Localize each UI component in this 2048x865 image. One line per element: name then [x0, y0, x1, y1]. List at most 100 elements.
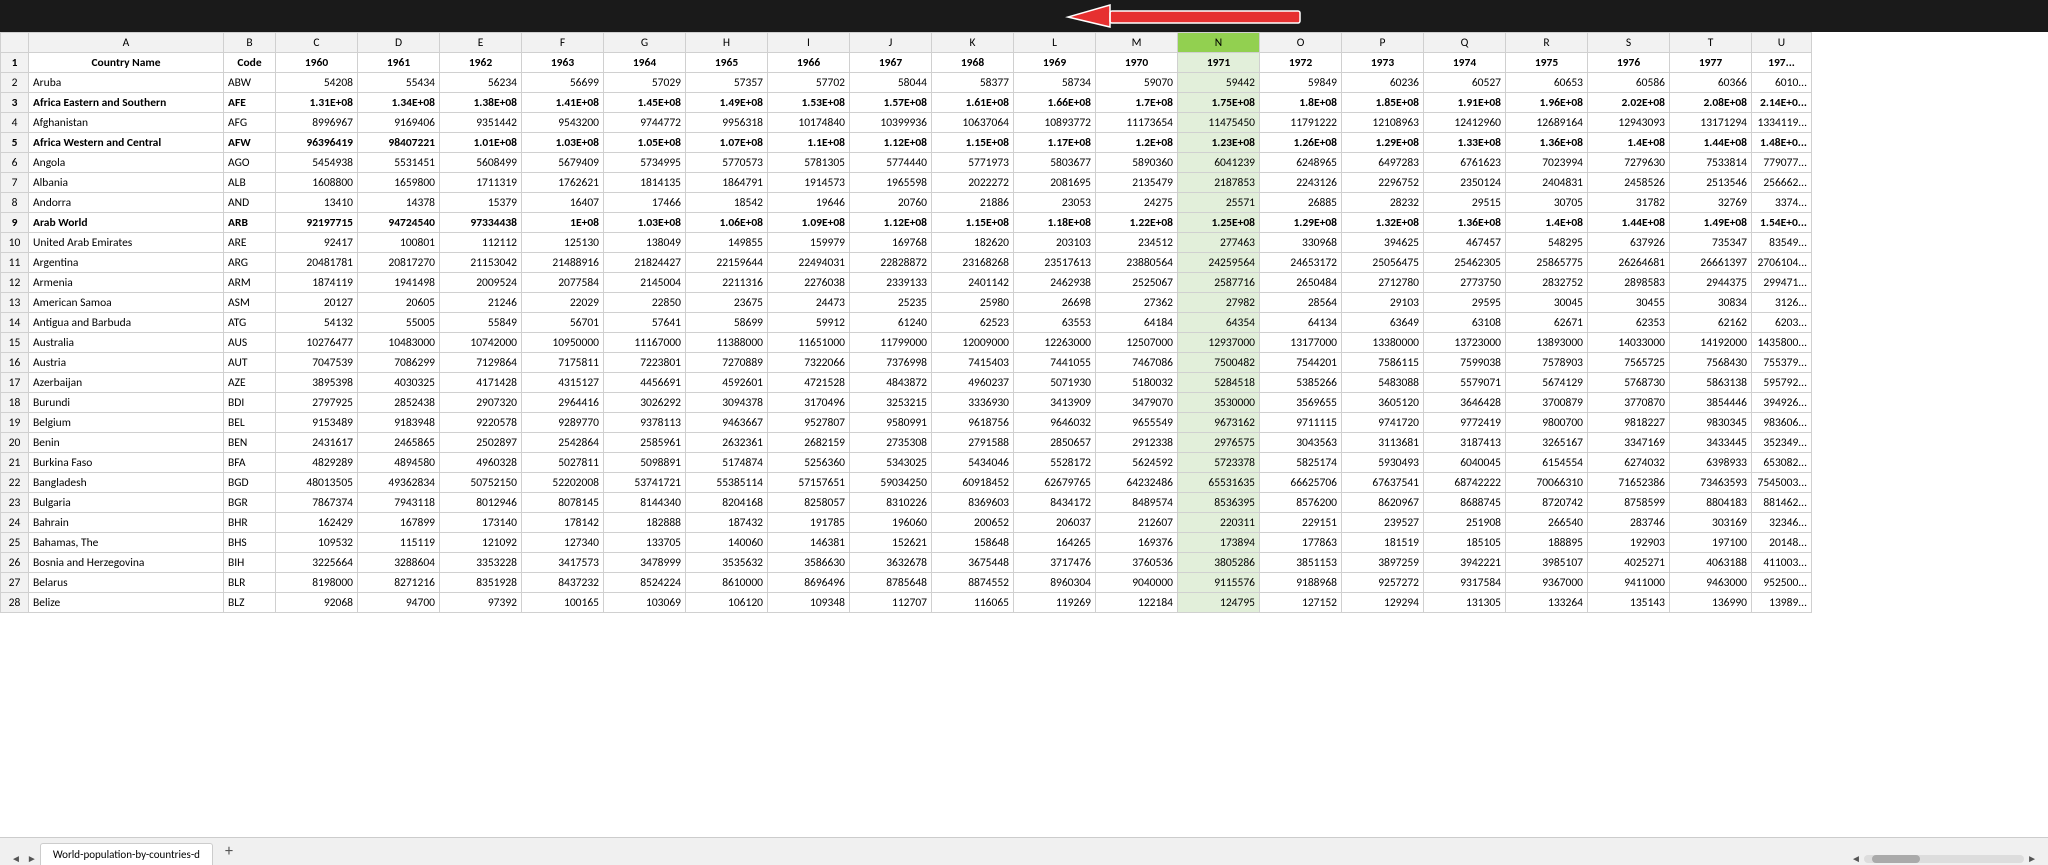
- cell[interactable]: ARM: [224, 273, 276, 293]
- cell[interactable]: AUS: [224, 333, 276, 353]
- cell[interactable]: 5434046: [932, 453, 1014, 473]
- cell[interactable]: 2650484: [1260, 273, 1342, 293]
- cell[interactable]: 3770870: [1588, 393, 1670, 413]
- cell[interactable]: 3985107: [1506, 553, 1588, 573]
- cell[interactable]: 12937000: [1178, 333, 1260, 353]
- col-header-a[interactable]: A: [29, 33, 224, 53]
- cell[interactable]: 1.49E+08: [1670, 213, 1752, 233]
- cell[interactable]: AUT: [224, 353, 276, 373]
- cell[interactable]: 1967: [850, 53, 932, 73]
- cell[interactable]: 4960237: [932, 373, 1014, 393]
- cell[interactable]: 27362: [1096, 293, 1178, 313]
- cell[interactable]: 1.4E+08: [1506, 213, 1588, 233]
- cell[interactable]: 9830345: [1670, 413, 1752, 433]
- cell[interactable]: 10742000: [440, 333, 522, 353]
- cell[interactable]: AGO: [224, 153, 276, 173]
- cell[interactable]: 122184: [1096, 593, 1178, 613]
- cell[interactable]: 1.03E+08: [604, 213, 686, 233]
- cell[interactable]: 7441055: [1014, 353, 1096, 373]
- cell[interactable]: 206037: [1014, 513, 1096, 533]
- cell[interactable]: 234512: [1096, 233, 1178, 253]
- cell[interactable]: Austria: [29, 353, 224, 373]
- cell[interactable]: 9655549: [1096, 413, 1178, 433]
- cell[interactable]: 25056475: [1342, 253, 1424, 273]
- cell[interactable]: 4171428: [440, 373, 522, 393]
- cell[interactable]: 5098891: [604, 453, 686, 473]
- cell[interactable]: 169768: [850, 233, 932, 253]
- cell[interactable]: Bahrain: [29, 513, 224, 533]
- cell[interactable]: 8996967: [276, 113, 358, 133]
- cell[interactable]: 30045: [1506, 293, 1588, 313]
- cell[interactable]: 1.29E+08: [1342, 133, 1424, 153]
- cell[interactable]: 94724540: [358, 213, 440, 233]
- cell[interactable]: 8960304: [1014, 573, 1096, 593]
- cell[interactable]: 3253215: [850, 393, 932, 413]
- cell[interactable]: 106120: [686, 593, 768, 613]
- col-header-u[interactable]: U: [1752, 33, 1812, 53]
- cell[interactable]: 1966: [768, 53, 850, 73]
- cell[interactable]: 197...: [1752, 53, 1812, 73]
- cell[interactable]: 7023994: [1506, 153, 1588, 173]
- cell[interactable]: Belgium: [29, 413, 224, 433]
- cell[interactable]: Bangladesh: [29, 473, 224, 493]
- cell[interactable]: 9618756: [932, 413, 1014, 433]
- cell[interactable]: 1.53E+08: [768, 93, 850, 113]
- cell[interactable]: 1435800...: [1752, 333, 1812, 353]
- cell[interactable]: 2296752: [1342, 173, 1424, 193]
- cell[interactable]: 23675: [686, 293, 768, 313]
- cell[interactable]: 57641: [604, 313, 686, 333]
- cell[interactable]: 58699: [686, 313, 768, 333]
- cell[interactable]: 9289770: [522, 413, 604, 433]
- cell[interactable]: 1941498: [358, 273, 440, 293]
- cell[interactable]: 1864791: [686, 173, 768, 193]
- cell[interactable]: 9463000: [1670, 573, 1752, 593]
- cell[interactable]: 2339133: [850, 273, 932, 293]
- cell[interactable]: 4960328: [440, 453, 522, 473]
- col-header-q[interactable]: Q: [1424, 33, 1506, 53]
- cell[interactable]: 25980: [932, 293, 1014, 313]
- cell[interactable]: 637926: [1588, 233, 1670, 253]
- cell[interactable]: 12943093: [1588, 113, 1670, 133]
- cell[interactable]: 5528172: [1014, 453, 1096, 473]
- cell[interactable]: 983606...: [1752, 413, 1812, 433]
- cell[interactable]: 58044: [850, 73, 932, 93]
- cell[interactable]: 5624592: [1096, 453, 1178, 473]
- cell[interactable]: Angola: [29, 153, 224, 173]
- cell[interactable]: 2585961: [604, 433, 686, 453]
- cell[interactable]: 12689164: [1506, 113, 1588, 133]
- cell[interactable]: 3530000: [1178, 393, 1260, 413]
- cell[interactable]: 24653172: [1260, 253, 1342, 273]
- cell[interactable]: 1.34E+08: [358, 93, 440, 113]
- cell[interactable]: 1874119: [276, 273, 358, 293]
- cell[interactable]: 1968: [932, 53, 1014, 73]
- cell[interactable]: 26698: [1014, 293, 1096, 313]
- cell[interactable]: 55849: [440, 313, 522, 333]
- cell[interactable]: 8204168: [686, 493, 768, 513]
- cell[interactable]: 22850: [604, 293, 686, 313]
- cell[interactable]: 2009524: [440, 273, 522, 293]
- cell[interactable]: 9543200: [522, 113, 604, 133]
- cell[interactable]: 303169: [1670, 513, 1752, 533]
- cell[interactable]: 277463: [1178, 233, 1260, 253]
- cell[interactable]: 3225664: [276, 553, 358, 573]
- cell[interactable]: 100165: [522, 593, 604, 613]
- cell[interactable]: 20605: [358, 293, 440, 313]
- cell[interactable]: 2081695: [1014, 173, 1096, 193]
- cell[interactable]: 112112: [440, 233, 522, 253]
- cell[interactable]: 3942221: [1424, 553, 1506, 573]
- cell[interactable]: 4592601: [686, 373, 768, 393]
- cell[interactable]: 8758599: [1588, 493, 1670, 513]
- cell[interactable]: 173140: [440, 513, 522, 533]
- cell[interactable]: 124795: [1178, 593, 1260, 613]
- cell[interactable]: 23517613: [1014, 253, 1096, 273]
- add-sheet-button[interactable]: +: [219, 842, 239, 865]
- cell[interactable]: 1.41E+08: [522, 93, 604, 113]
- cell[interactable]: 152621: [850, 533, 932, 553]
- cell[interactable]: 71652386: [1588, 473, 1670, 493]
- cell[interactable]: 21246: [440, 293, 522, 313]
- cell[interactable]: 1.36E+08: [1506, 133, 1588, 153]
- cell[interactable]: 64354: [1178, 313, 1260, 333]
- cell[interactable]: 1.45E+08: [604, 93, 686, 113]
- col-header-n[interactable]: N: [1178, 33, 1260, 53]
- cell[interactable]: Benin: [29, 433, 224, 453]
